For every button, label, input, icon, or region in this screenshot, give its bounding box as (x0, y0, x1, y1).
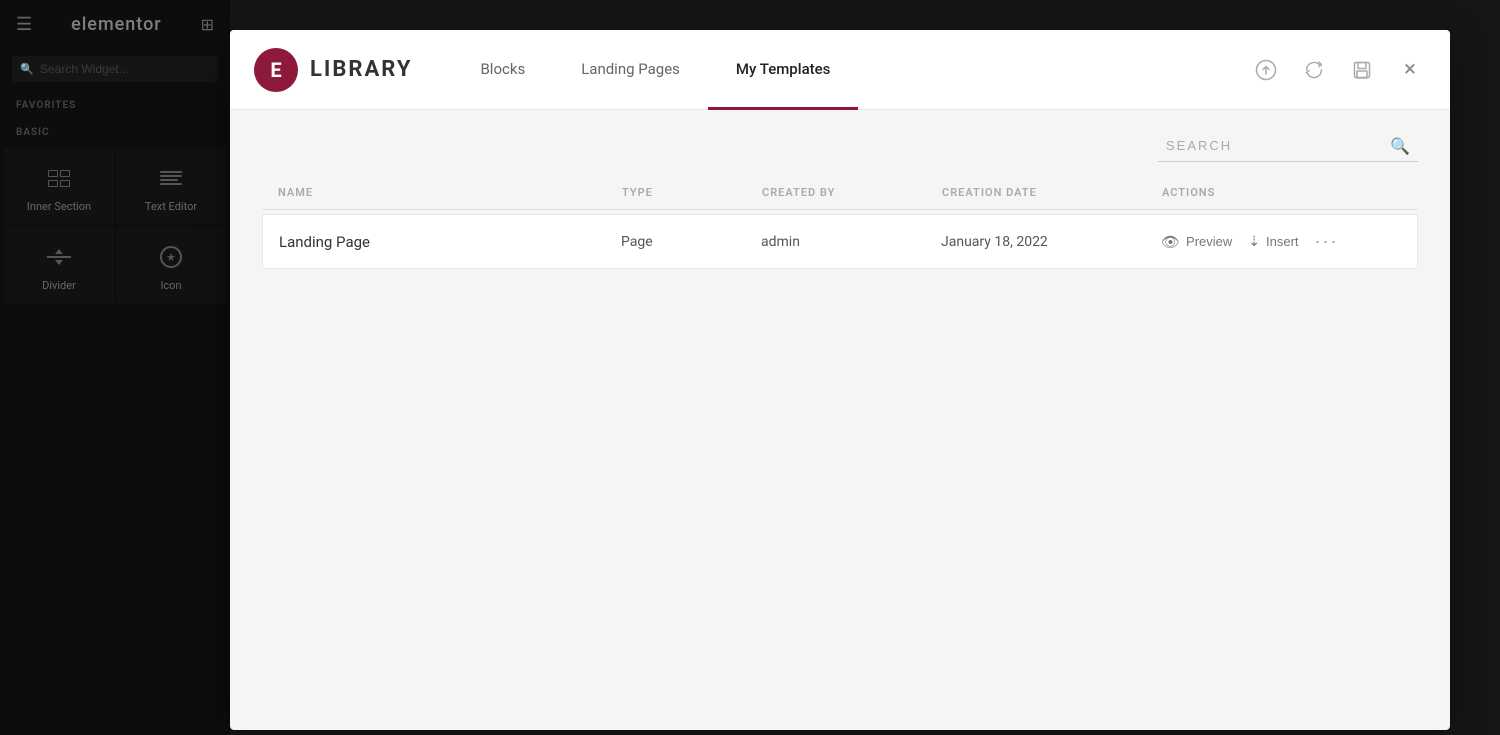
library-modal: E LIBRARY Blocks Landing Pages My Templa… (230, 30, 1450, 730)
library-title: LIBRARY (310, 57, 412, 82)
cell-actions: 👁 Preview ⇣ Insert ··· (1161, 231, 1401, 252)
search-bar-container: 🔍 (1158, 130, 1418, 162)
tab-my-templates[interactable]: My Templates (708, 31, 858, 110)
sync-icon (1303, 59, 1325, 81)
templates-search-input[interactable] (1158, 130, 1418, 162)
insert-icon: ⇣ (1248, 233, 1260, 250)
insert-label: Insert (1266, 234, 1299, 249)
cell-type: Page (621, 234, 761, 250)
search-icon: 🔍 (1390, 137, 1410, 156)
upload-button[interactable] (1250, 54, 1282, 86)
modal-header-actions: × (1250, 54, 1426, 86)
modal-header: E LIBRARY Blocks Landing Pages My Templa… (230, 30, 1450, 110)
close-icon: × (1404, 57, 1416, 82)
save-icon (1351, 59, 1373, 81)
table-header: NAME TYPE CREATED BY CREATION DATE ACTIO… (262, 186, 1418, 210)
col-header-actions: ACTIONS (1162, 186, 1402, 199)
tab-landing-pages[interactable]: Landing Pages (553, 31, 708, 110)
upload-icon (1255, 59, 1277, 81)
save-button[interactable] (1346, 54, 1378, 86)
preview-label: Preview (1186, 234, 1232, 249)
table-row: Landing Page Page admin January 18, 2022… (262, 214, 1418, 269)
library-logo-circle: E (254, 48, 298, 92)
insert-button[interactable]: ⇣ Insert (1248, 233, 1298, 250)
close-button[interactable]: × (1394, 54, 1426, 86)
eye-icon: 👁 (1161, 233, 1180, 251)
preview-button[interactable]: 👁 Preview (1161, 233, 1232, 251)
modal-body: 🔍 NAME TYPE CREATED BY CREATION DATE ACT… (230, 110, 1450, 730)
cell-creation-date: January 18, 2022 (941, 234, 1161, 250)
col-header-name: NAME (278, 186, 622, 199)
col-header-type: TYPE (622, 186, 762, 199)
col-header-creation-date: CREATION DATE (942, 186, 1162, 199)
cell-created-by: admin (761, 234, 941, 250)
tab-blocks[interactable]: Blocks (452, 31, 553, 110)
more-options-button[interactable]: ··· (1315, 231, 1339, 252)
more-icon: ··· (1315, 231, 1339, 252)
modal-tabs: Blocks Landing Pages My Templates (452, 30, 1250, 109)
cell-name: Landing Page (279, 233, 621, 251)
library-logo-letter: E (270, 58, 281, 82)
sync-button[interactable] (1298, 54, 1330, 86)
library-logo: E LIBRARY (254, 48, 412, 92)
search-bar-wrap: 🔍 (262, 130, 1418, 162)
col-header-created-by: CREATED BY (762, 186, 942, 199)
